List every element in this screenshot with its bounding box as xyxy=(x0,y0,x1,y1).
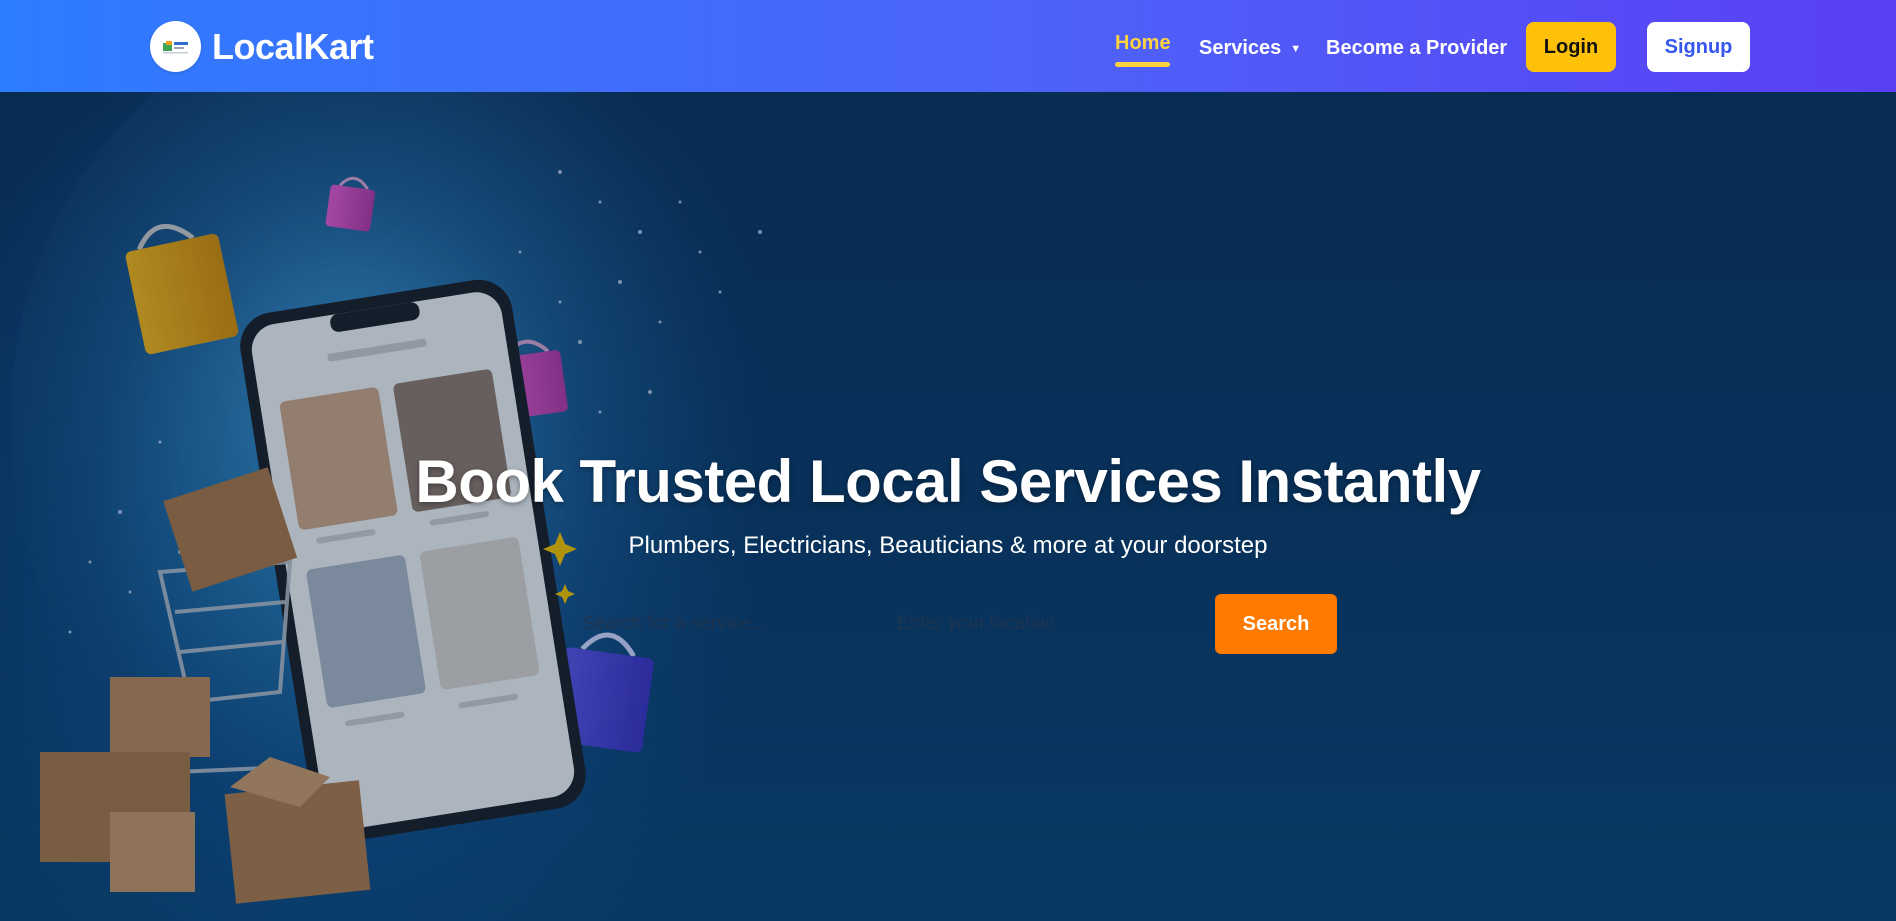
brand[interactable]: LocalKart xyxy=(150,21,374,72)
search-bar: Search xyxy=(570,594,1337,654)
nav-services-label: Services xyxy=(1199,37,1282,59)
shop-logo-icon xyxy=(150,21,201,72)
hero-section: Book Trusted Local Services Instantly Pl… xyxy=(0,92,1896,921)
caret-down-icon: ▼ xyxy=(1290,43,1302,55)
page: LocalKart Home Services ▼ Become a Provi… xyxy=(0,0,1896,921)
signup-button[interactable]: Signup xyxy=(1647,22,1750,72)
active-link-underline xyxy=(1115,62,1170,67)
nav-become-provider-link[interactable]: Become a Provider xyxy=(1326,37,1507,60)
location-input[interactable] xyxy=(885,600,1195,648)
navbar: LocalKart Home Services ▼ Become a Provi… xyxy=(0,0,1896,92)
login-button[interactable]: Login xyxy=(1526,22,1616,72)
nav-services-dropdown[interactable]: Services ▼ xyxy=(1199,37,1301,60)
search-button[interactable]: Search xyxy=(1215,594,1337,654)
hero-subtitle: Plumbers, Electricians, Beauticians & mo… xyxy=(628,532,1268,559)
nav-home-link[interactable]: Home xyxy=(1115,32,1171,55)
brand-name: LocalKart xyxy=(212,25,374,67)
hero-title: Book Trusted Local Services Instantly xyxy=(415,448,1481,515)
service-search-input[interactable] xyxy=(570,600,870,648)
